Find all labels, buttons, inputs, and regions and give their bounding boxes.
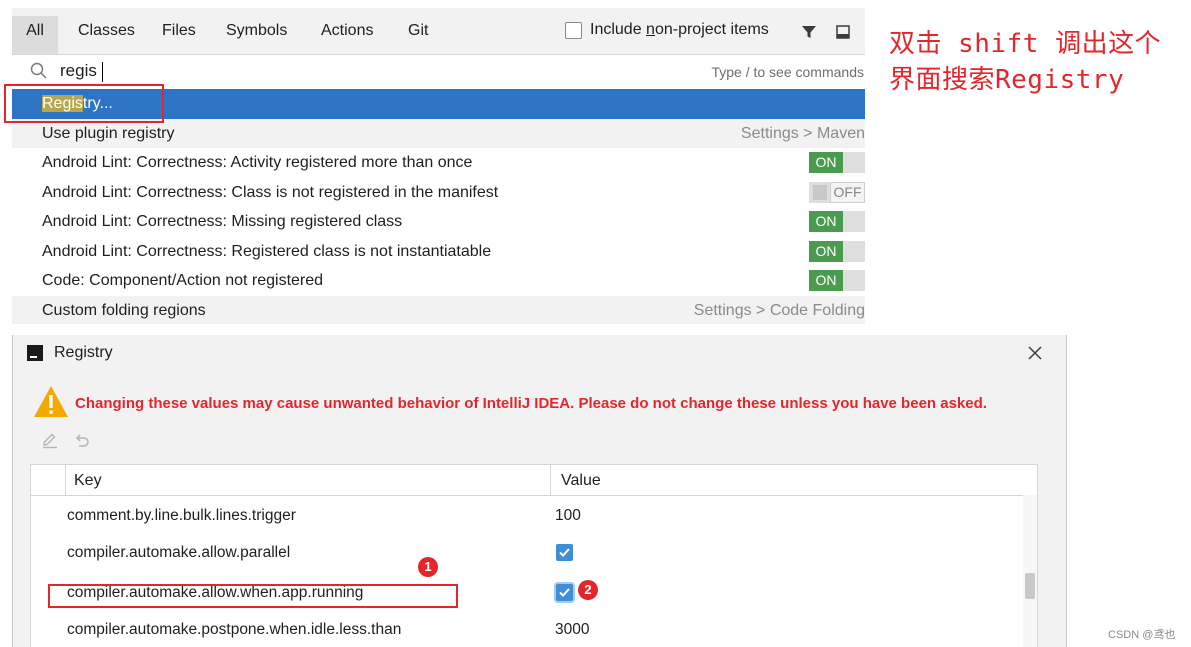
option-toggle[interactable]: ON: [809, 211, 865, 232]
table-header: Key Value: [31, 465, 1037, 496]
registry-value[interactable]: 3000: [555, 621, 589, 639]
search-results: Registry... Use plugin registry Settings…: [12, 89, 865, 324]
result-label: Custom folding regions: [42, 301, 206, 319]
tab-files[interactable]: Files: [162, 22, 196, 40]
warning-message: Changing these values may cause unwanted…: [75, 395, 987, 412]
registry-value-checkbox[interactable]: [556, 584, 573, 601]
preview-icon[interactable]: [835, 24, 851, 40]
tab-symbols[interactable]: Symbols: [226, 22, 287, 40]
intellij-logo-icon: [27, 345, 43, 361]
result-location: Settings > Maven: [740, 124, 865, 142]
annotation-text: 双击 shift 调出这个 界面搜索Registry: [889, 26, 1189, 98]
filter-icon[interactable]: [801, 24, 817, 40]
registry-value[interactable]: 100: [555, 507, 581, 525]
text-caret: [102, 62, 103, 82]
registry-key: compiler.automake.postpone.when.idle.les…: [67, 621, 402, 638]
table-row[interactable]: compiler.automake.allow.parallel: [31, 535, 1021, 572]
option-toggle[interactable]: ON: [809, 270, 865, 291]
highlight-box-app-running: [48, 584, 458, 608]
result-label: Code: Component/Action not registered: [42, 272, 324, 289]
tab-git[interactable]: Git: [408, 22, 428, 40]
registry-key: comment.by.line.bulk.lines.trigger: [67, 507, 296, 524]
include-non-project-label[interactable]: Include non-project items: [590, 21, 769, 39]
option-toggle[interactable]: ON: [809, 152, 865, 173]
result-lint-class-not-registered[interactable]: Android Lint: Correctness: Class is not …: [12, 178, 865, 208]
dialog-title: Registry: [54, 344, 113, 361]
include-label-pre: Include: [590, 21, 647, 38]
annotation-line-1: 双击 shift 调出这个: [889, 29, 1162, 59]
column-divider: [65, 465, 66, 495]
option-toggle[interactable]: ON: [809, 240, 865, 262]
tab-all[interactable]: All: [12, 16, 58, 54]
annotation-line-2: 界面搜索Registry: [889, 65, 1125, 95]
result-label: Use plugin registry: [42, 124, 175, 142]
search-tabs: All Classes Files Symbols Actions Git In…: [12, 8, 865, 55]
result-label: Android Lint: Correctness: Missing regis…: [42, 213, 403, 230]
result-lint-missing-registered-class[interactable]: Android Lint: Correctness: Missing regis…: [12, 207, 865, 237]
result-label: Android Lint: Correctness: Class is not …: [42, 183, 499, 201]
table-row[interactable]: comment.by.line.bulk.lines.trigger 100: [31, 498, 1021, 535]
toggle-handle: [813, 184, 827, 200]
toggle-state: ON: [809, 240, 843, 262]
edit-icon[interactable]: [41, 431, 59, 449]
checkmark-icon: [559, 548, 570, 557]
search-input[interactable]: [60, 60, 620, 82]
toggle-state: ON: [809, 211, 843, 232]
include-label-post: on-project items: [654, 21, 769, 38]
result-lint-activity-registered[interactable]: Android Lint: Correctness: Activity regi…: [12, 148, 865, 178]
checkmark-icon: [559, 588, 570, 597]
table-row[interactable]: compiler.automake.postpone.when.idle.les…: [31, 612, 1021, 647]
step-marker-2: 2: [578, 580, 598, 600]
result-label: Android Lint: Correctness: Activity regi…: [42, 154, 473, 171]
result-code-component-action[interactable]: Code: Component/Action not registered ON: [12, 266, 865, 296]
result-custom-folding-regions[interactable]: Custom folding regions Settings > Code F…: [12, 295, 865, 324]
column-divider: [550, 465, 551, 495]
tab-classes[interactable]: Classes: [78, 22, 135, 40]
include-non-project-checkbox[interactable]: [565, 22, 582, 39]
registry-table: Key Value comment.by.line.bulk.lines.tri…: [30, 464, 1038, 647]
toggle-state: OFF: [830, 181, 865, 203]
include-label-mnemonic: n: [646, 21, 655, 38]
registry-value-checkbox[interactable]: [556, 544, 573, 561]
search-everywhere-popup: All Classes Files Symbols Actions Git In…: [12, 8, 865, 324]
toggle-state: ON: [809, 270, 843, 291]
column-header-value[interactable]: Value: [561, 472, 601, 490]
step-marker-1: 1: [418, 557, 438, 577]
highlight-box-registry: [4, 84, 164, 123]
tab-all-label: All: [26, 22, 44, 39]
warning-icon: [34, 386, 68, 417]
undo-icon[interactable]: [73, 431, 91, 449]
tab-actions[interactable]: Actions: [321, 22, 373, 40]
scrollbar-thumb[interactable]: [1025, 573, 1035, 599]
registry-key: compiler.automake.allow.parallel: [67, 544, 291, 561]
result-lint-not-instantiatable[interactable]: Android Lint: Correctness: Registered cl…: [12, 237, 865, 267]
result-label: Android Lint: Correctness: Registered cl…: [42, 242, 492, 260]
watermark: CSDN @鸢也: [1108, 629, 1176, 641]
result-location: Settings > Code Folding: [693, 301, 865, 319]
close-icon[interactable]: [1026, 344, 1044, 362]
column-header-key[interactable]: Key: [74, 472, 102, 490]
search-icon: [30, 62, 47, 79]
toggle-state: ON: [809, 152, 843, 173]
option-toggle[interactable]: OFF: [809, 181, 865, 203]
search-hint: Type / to see commands: [711, 64, 864, 80]
vertical-scrollbar[interactable]: [1023, 495, 1037, 647]
